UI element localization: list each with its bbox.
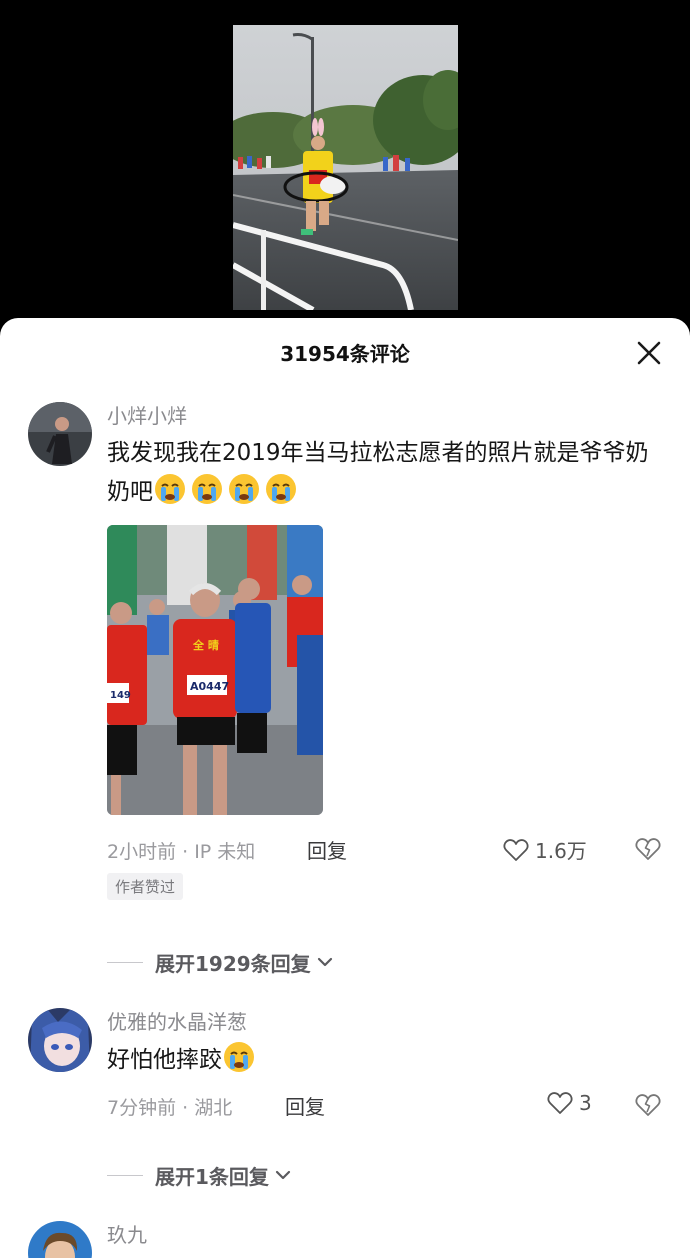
avatar-image <box>28 1008 92 1072</box>
heart-icon <box>547 1092 573 1114</box>
close-icon <box>637 341 661 365</box>
dislike-button[interactable] <box>635 837 661 865</box>
crying-emoji-icon <box>264 472 298 506</box>
comment-sheet: 31954条评论 小烊小烊 我发现我在2019年当马拉松志愿者的照片就是爷爷奶奶… <box>0 318 690 1258</box>
avatar[interactable] <box>28 402 92 466</box>
comment-text-content: 好怕他摔跤 <box>107 1047 222 1073</box>
expand-replies-button[interactable]: 展开1条回复 <box>107 1155 690 1195</box>
like-button[interactable]: 3 <box>547 1091 592 1115</box>
bib-number-left: 149 <box>110 690 131 701</box>
expand-replies-label: 展开1条回复 <box>155 1164 269 1189</box>
comment-time-location: 7分钟前 · 湖北 <box>107 1097 233 1119</box>
comment-meta-row: 2小时前 · IP 未知 回复 1.6万 <box>107 829 690 869</box>
chevron-down-icon <box>317 957 332 967</box>
expand-replies-label: 展开1929条回复 <box>155 951 311 976</box>
author-liked-badge: 作者赞过 <box>107 873 184 900</box>
avatar-image <box>28 1221 92 1258</box>
avatar-image <box>28 402 92 466</box>
dislike-button[interactable] <box>635 1093 661 1121</box>
avatar[interactable] <box>28 1221 92 1258</box>
crying-emoji-icon <box>227 472 261 506</box>
comment-item: 玖九 <box>0 1221 690 1258</box>
comment-attached-image[interactable]: 149 全 晴 A0447 <box>107 525 323 815</box>
comment-text: 好怕他摔跤 <box>107 1040 657 1079</box>
expand-divider <box>107 1174 143 1176</box>
like-count: 3 <box>579 1091 592 1115</box>
like-count: 1.6万 <box>535 839 587 863</box>
video-frame[interactable] <box>233 25 458 310</box>
reply-button[interactable]: 回复 <box>285 1091 325 1120</box>
video-player[interactable] <box>0 0 690 330</box>
shirt-text: 全 晴 <box>192 638 219 652</box>
crying-emoji-icon <box>222 1040 256 1074</box>
expand-divider <box>107 961 143 963</box>
heart-icon <box>503 838 529 861</box>
bib-number: A0447 <box>190 680 229 693</box>
comment-username[interactable]: 玖九 <box>107 1221 690 1249</box>
comment-meta-row: 7分钟前 · 湖北 回复 3 <box>107 1085 690 1125</box>
comment-username[interactable]: 优雅的水晶洋葱 <box>107 1008 690 1036</box>
comment-item: 优雅的水晶洋葱 好怕他摔跤 7分钟前 · 湖北 回复 3 展开1条回复 <box>0 1008 690 1195</box>
comment-time-location: 2小时前 · IP 未知 <box>107 841 256 863</box>
comment-count-title: 31954条评论 <box>280 342 410 366</box>
reply-button[interactable]: 回复 <box>307 835 347 864</box>
avatar[interactable] <box>28 1008 92 1072</box>
crying-emoji-icon <box>153 472 187 506</box>
comment-item: 小烊小烊 我发现我在2019年当马拉松志愿者的照片就是爷爷奶奶吧 149 全 晴… <box>0 402 690 982</box>
sheet-header: 31954条评论 <box>0 318 690 390</box>
like-button[interactable]: 1.6万 <box>503 835 587 864</box>
comment-text: 我发现我在2019年当马拉松志愿者的照片就是爷爷奶奶吧 <box>107 434 657 511</box>
marathon-photo: 149 全 晴 A0447 <box>107 525 323 815</box>
broken-heart-icon <box>635 1094 661 1116</box>
video-scene-image <box>233 25 458 310</box>
expand-replies-button[interactable]: 展开1929条回复 <box>107 942 690 982</box>
close-button[interactable] <box>634 338 664 368</box>
comment-username[interactable]: 小烊小烊 <box>107 402 690 430</box>
broken-heart-icon <box>635 838 661 860</box>
crying-emoji-icon <box>190 472 224 506</box>
chevron-down-icon <box>275 1170 291 1180</box>
comment-text-content: 我发现我在2019年当马拉松志愿者的照片就是爷爷奶奶吧 <box>107 440 649 505</box>
